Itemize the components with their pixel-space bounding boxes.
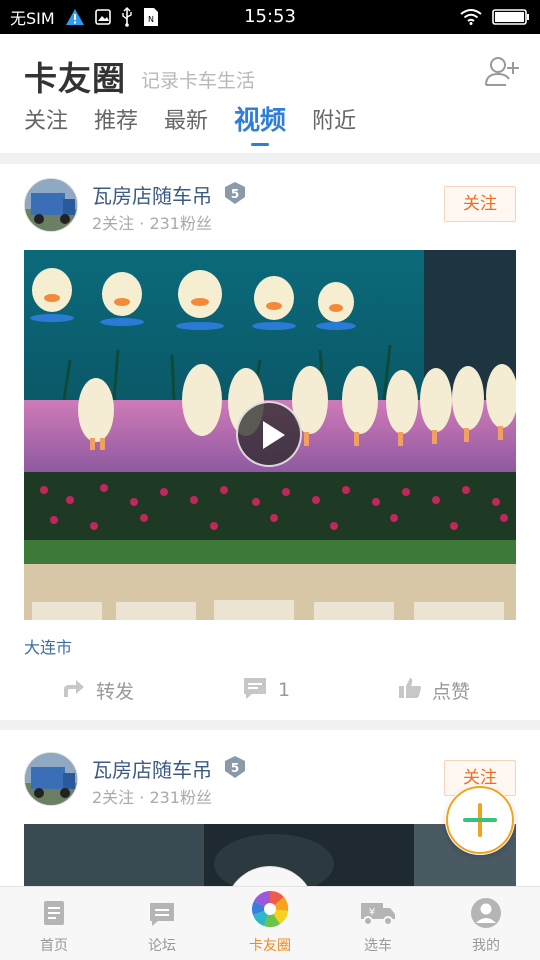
create-post-button[interactable] [445, 785, 515, 855]
tab-bar: 关注 推荐 最新 视频 附近 [24, 106, 382, 146]
tab-video[interactable]: 视频 [234, 106, 286, 146]
post-username[interactable]: 瓦房店随车吊 [92, 754, 212, 783]
status-bar: 无SIM N 15:53 [0, 0, 540, 34]
comment-button[interactable]: 1 [242, 670, 290, 710]
divider [0, 720, 540, 730]
post-stats: 2关注 · 231粉丝 [92, 214, 212, 233]
level-badge-text: 5 [231, 187, 239, 201]
clock: 15:53 [244, 6, 296, 27]
comment-count: 1 [278, 679, 291, 701]
forum-icon [148, 899, 176, 927]
play-button[interactable] [236, 401, 302, 467]
nav-truckers-circle-label: 卡友圈 [249, 938, 291, 954]
wifi-icon [460, 9, 482, 25]
nav-forum-label: 论坛 [148, 938, 176, 954]
nav-select-car-label: 选车 [364, 938, 392, 954]
divider [0, 154, 540, 164]
svg-text:¥: ¥ [369, 907, 375, 918]
tab-following[interactable]: 关注 [24, 106, 68, 146]
tab-recommended[interactable]: 推荐 [94, 106, 138, 146]
nav-home-label: 首页 [40, 938, 68, 954]
video-thumbnail[interactable] [24, 250, 516, 620]
share-icon [62, 677, 86, 704]
post-card: 瓦房店随车吊 5 2关注 · 231粉丝 关注 [0, 164, 540, 720]
plus-icon [446, 786, 514, 854]
nav-profile-label: 我的 [472, 938, 500, 954]
thumbs-up-icon [398, 677, 422, 704]
level-badge-text: 5 [231, 761, 239, 775]
add-user-icon[interactable] [484, 54, 520, 88]
like-label: 点赞 [432, 680, 471, 703]
level-badge-icon: 5 [224, 755, 246, 779]
share-label: 转发 [96, 680, 135, 703]
tab-nearby[interactable]: 附近 [312, 106, 356, 146]
tab-latest[interactable]: 最新 [164, 106, 208, 146]
nav-select-car[interactable]: ¥ 选车 [324, 887, 432, 960]
level-badge-icon: 5 [224, 181, 246, 205]
avatar[interactable] [24, 178, 78, 232]
page-title: 卡友圈 [24, 59, 126, 98]
home-icon [40, 899, 68, 927]
like-button[interactable]: 点赞 [398, 670, 470, 710]
battery-icon [492, 9, 530, 25]
pinwheel-icon [250, 889, 290, 929]
share-button[interactable]: 转发 [62, 670, 134, 710]
post-actions: 转发 1 点赞 [0, 670, 540, 710]
page-subtitle: 记录卡车生活 [141, 70, 256, 92]
post-stats: 2关注 · 231粉丝 [92, 788, 212, 807]
profile-icon [470, 897, 502, 929]
nav-home[interactable]: 首页 [0, 887, 108, 960]
nav-truckers-circle[interactable]: 卡友圈 [216, 887, 324, 960]
post-location[interactable]: 大连市 [24, 634, 72, 658]
follow-button[interactable]: 关注 [444, 186, 516, 222]
avatar[interactable] [24, 752, 78, 806]
app-header: 卡友圈 记录卡车生活 关注 推荐 最新 视频 附近 [0, 34, 540, 154]
nav-forum[interactable]: 论坛 [108, 887, 216, 960]
bottom-nav: 首页 论坛 卡友圈 ¥ 选车 我的 [0, 886, 540, 960]
truck-icon: ¥ [360, 899, 396, 927]
post-username[interactable]: 瓦房店随车吊 [92, 180, 212, 209]
nav-profile[interactable]: 我的 [432, 887, 540, 960]
comment-icon [242, 676, 268, 705]
